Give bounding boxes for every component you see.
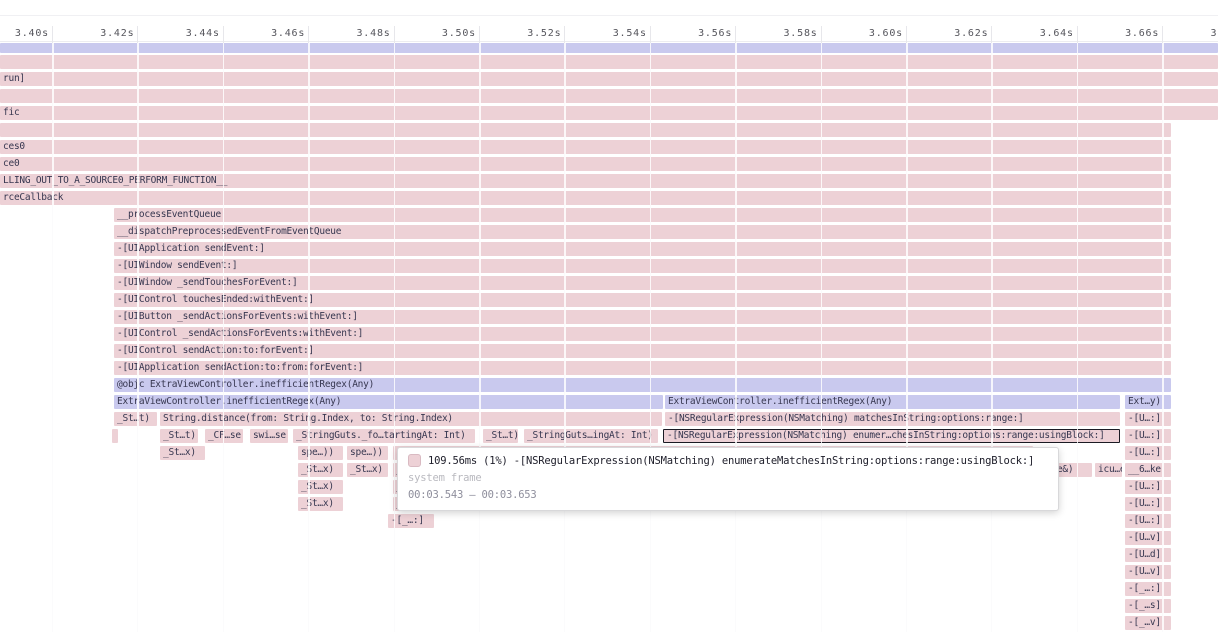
flame-bar[interactable]: Ext…y) (1125, 395, 1171, 409)
time-ruler-label: 3.58s (758, 28, 818, 39)
gridline-highlight (308, 43, 310, 632)
flame-bar[interactable]: -[U…:] (1125, 446, 1171, 460)
flame-bar[interactable]: -[U…:] (1125, 480, 1171, 494)
time-ruler-label: 3.40s (0, 28, 49, 39)
flame-bar[interactable]: -[U…d] (1125, 548, 1171, 562)
gridline-highlight (650, 43, 652, 632)
flame-bar[interactable]: run] (0, 72, 1218, 86)
flame-bar[interactable]: fic (0, 106, 1218, 120)
flame-bar[interactable]: -[UIWindow _sendTouchesForEvent:] (114, 276, 1171, 290)
time-ruler-label: 3.48s (331, 28, 391, 39)
flame-bar[interactable]: -[_…s] (1125, 599, 1171, 613)
flame-bar[interactable]: -[UIApplication sendAction:to:from:forEv… (114, 361, 1171, 375)
flame-bar[interactable]: _St…x) (298, 480, 343, 494)
tooltip-symbol: -[NSRegularExpression(NSMatching) enumer… (514, 455, 1034, 467)
gridline-highlight (906, 43, 908, 632)
flame-bar[interactable]: __dispatchPreprocessedEventFromEventQueu… (114, 225, 1171, 239)
gridline-highlight (991, 43, 993, 632)
flame-bar[interactable]: _StringGuts…ingAt: Int) (524, 429, 658, 443)
flame-bar[interactable]: -[_…:] (1125, 582, 1171, 596)
flame-bar[interactable]: -[U…:] (1125, 429, 1171, 443)
flame-bar[interactable]: -[UIButton _sendActionsForEvents:withEve… (114, 310, 1171, 324)
flame-bar[interactable]: -[U…:] (1125, 514, 1171, 528)
flame-bar[interactable]: _St…t) (114, 412, 157, 426)
flame-bar[interactable]: -[U…v] (1125, 531, 1171, 545)
flame-bar[interactable]: ces0 (0, 140, 1171, 154)
gridline-highlight (1077, 43, 1079, 632)
flame-bar[interactable]: -[UIApplication sendEvent:] (114, 242, 1171, 256)
flame-bar[interactable]: _St…x) (347, 463, 388, 477)
flame-bar[interactable] (112, 429, 118, 443)
flame-bar[interactable]: -[_…v] (1125, 616, 1171, 630)
flame-bar[interactable]: -[UIControl _sendActionsForEvents:withEv… (114, 327, 1171, 341)
flame-bar[interactable]: rceCallback (0, 191, 1171, 205)
tooltip-title-line: 109.56ms (1%) -[NSRegularExpression(NSMa… (408, 454, 1048, 467)
gridline-highlight (735, 43, 737, 632)
time-ruler-label: 3.60s (843, 28, 903, 39)
flame-bar[interactable]: __processEventQueue (114, 208, 1171, 222)
tooltip-duration: 109.56ms (428, 455, 477, 467)
flame-bar[interactable]: _StringGuts._fo…tartingAt: Int) (293, 429, 475, 443)
gridline-highlight (52, 43, 54, 632)
gridline-highlight (394, 43, 396, 632)
gridline-highlight (821, 43, 823, 632)
flame-bar[interactable]: icu…e&) (1095, 463, 1122, 477)
ruler-divider (0, 41, 1218, 42)
time-ruler-label: 3.42s (74, 28, 134, 39)
gridline-highlight (564, 43, 566, 632)
flame-bar[interactable]: ce0 (0, 157, 1171, 171)
flame-bar[interactable]: -[U…v] (1125, 565, 1171, 579)
flame-bar[interactable]: -[U…:] (1125, 412, 1171, 426)
time-ruler-label: 3.44s (160, 28, 220, 39)
flame-bar[interactable] (0, 123, 1171, 137)
flame-bar[interactable] (0, 55, 1218, 69)
time-ruler-label: 3.66s (1099, 28, 1159, 39)
flame-graph-canvas: 3.40s 3.42s 3.44s 3.46s 3.48s 3.50s 3.52s 3.54s… (0, 0, 1218, 632)
time-ruler-label: 3.46s (245, 28, 305, 39)
flame-bar[interactable]: _St…x) (298, 463, 343, 477)
time-ruler-label: 3.52s (501, 28, 561, 39)
flame-bar[interactable]: _St…x) (160, 446, 205, 460)
flame-bar[interactable]: ExtraViewController.inefficientRegex(Any… (665, 395, 1120, 409)
time-ruler-label: 3.64s (1014, 28, 1074, 39)
flame-bar[interactable]: ExtraViewController.inefficientRegex(Any… (114, 395, 663, 409)
flame-bar[interactable]: __6…ke (1125, 463, 1171, 477)
flame-bar[interactable]: -[UIWindow sendEvent:] (114, 259, 1171, 273)
frame-tooltip: 109.56ms (1%) -[NSRegularExpression(NSMa… (397, 447, 1059, 511)
flame-bar[interactable]: String.distance(from: String.Index, to: … (160, 412, 662, 426)
frame-color-swatch-icon (408, 454, 421, 467)
flame-bar[interactable]: -[U…:] (1125, 497, 1171, 511)
tooltip-time-range: 00:03.543 — 00:03.653 (408, 489, 1048, 501)
window-divider (0, 15, 1218, 16)
gridline-highlight (137, 43, 139, 632)
flame-bar[interactable]: @objc ExtraViewController.inefficientReg… (114, 378, 1171, 392)
gridline-highlight (479, 43, 481, 632)
flame-bar[interactable]: _St…t) (160, 429, 198, 443)
tooltip-frame-kind: system frame (408, 472, 1048, 484)
time-ruler-label: 3.54s (587, 28, 647, 39)
flame-bar[interactable]: _St…x) (298, 497, 343, 511)
tooltip-percent: (1%) (483, 455, 508, 467)
flame-bar[interactable] (0, 43, 1218, 53)
flame-bar[interactable]: -[UIControl touchesEnded:withEvent:] (114, 293, 1171, 307)
flame-bar[interactable] (0, 89, 1218, 103)
flame-bar[interactable]: _St…t) (483, 429, 518, 443)
flame-bar[interactable]: LLING_OUT_TO_A_SOURCE0_PERFORM_FUNCTION_… (0, 174, 1171, 188)
flame-bar-selected[interactable]: -[NSRegularExpression(NSMatching) enumer… (663, 429, 1120, 443)
flame-bar[interactable]: swi…se (250, 429, 288, 443)
gridline-highlight (1162, 43, 1164, 632)
time-ruler-label: 3.56s (672, 28, 732, 39)
time-ruler-label: 3.68s (1185, 28, 1218, 39)
flame-bar[interactable]: -[UIControl sendAction:to:forEvent:] (114, 344, 1171, 358)
gridline-highlight (223, 43, 225, 632)
time-ruler-label: 3.50s (416, 28, 476, 39)
time-ruler-label: 3.62s (928, 28, 988, 39)
flame-bar[interactable]: spe…)) (347, 446, 388, 460)
flame-bar[interactable]: spe…)) (298, 446, 343, 460)
flame-bar[interactable]: -[NSRegularExpression(NSMatching) matche… (665, 412, 1120, 426)
